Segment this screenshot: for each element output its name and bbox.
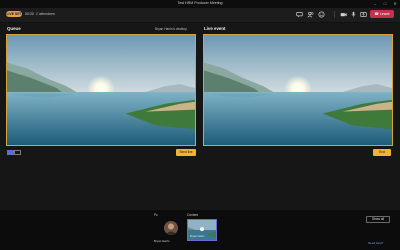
toolbar-divider [334, 11, 335, 18]
queue-source: Bryan Harris's desktop [155, 27, 187, 31]
queue-preview [6, 34, 196, 146]
window-title: Test HRM Producer Meeting [177, 1, 223, 5]
layout-option-single[interactable] [7, 150, 14, 155]
layout-option-side[interactable] [14, 150, 21, 155]
status-badge: LIVE SET [6, 11, 22, 17]
minimize-button[interactable]: – [371, 1, 379, 7]
meeting-toolbar: LIVE SET 00:20 2 attendees ☎ Leave [0, 8, 400, 23]
content-thumbnail-label: Bryan Harris [190, 235, 205, 238]
attendee-count: 2 attendees [36, 12, 55, 16]
queue-title: Queue [7, 26, 21, 31]
people-section-label: Pc [154, 213, 158, 217]
app-window: Test HRM Producer Meeting – □ ✕ LIVE SET… [0, 0, 400, 250]
show-all-button[interactable]: Show all [366, 216, 390, 223]
live-title: Live event [204, 26, 226, 31]
chat-icon[interactable] [296, 11, 303, 18]
maximize-button[interactable]: □ [381, 1, 389, 7]
layout-toggle[interactable] [7, 150, 21, 155]
camera-icon[interactable] [340, 11, 347, 18]
end-button[interactable]: End [373, 149, 391, 156]
person-name: Bryan Harris [154, 239, 170, 243]
people-icon[interactable] [307, 11, 314, 18]
title-bar: Test HRM Producer Meeting – □ ✕ [0, 0, 400, 8]
mic-icon[interactable] [350, 11, 357, 18]
reactions-icon[interactable] [318, 11, 325, 18]
share-icon[interactable] [360, 11, 367, 18]
content-section-label: Content [187, 213, 199, 217]
need-help-link[interactable]: Need help? [368, 241, 383, 245]
meeting-timer: 00:20 [25, 12, 34, 16]
close-button[interactable]: ✕ [391, 1, 399, 7]
avatar[interactable] [164, 221, 178, 235]
leave-label: Leave [379, 12, 390, 16]
live-preview [203, 34, 393, 146]
send-live-button[interactable]: Send live [176, 149, 196, 156]
leave-button[interactable]: ☎ Leave [370, 10, 394, 18]
